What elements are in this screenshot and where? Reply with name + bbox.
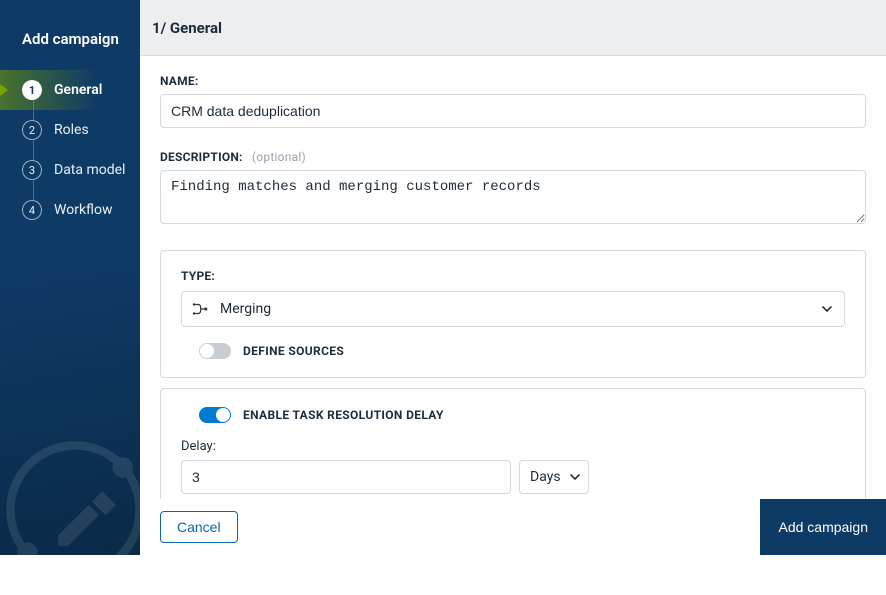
description-input[interactable] [160,170,866,224]
enable-delay-row: ENABLE TASK RESOLUTION DELAY [181,407,845,423]
step-label: Roles [54,122,89,138]
type-select[interactable]: Merging [181,291,845,327]
step-badge: 2 [22,120,42,140]
step-header-title: 1/ General [152,19,222,37]
delay-field: Delay: Days [181,439,845,494]
delay-label: Delay: [181,439,845,454]
sidebar-title: Add campaign [0,0,140,70]
delay-value-input[interactable] [181,460,511,494]
step-header: 1/ General [140,0,886,56]
step-badge: 4 [22,200,42,220]
enable-delay-toggle[interactable] [199,407,231,423]
wizard-sidebar: Add campaign 1 General 2 Roles 3 Data mo… [0,0,140,555]
name-label: NAME: [160,74,866,88]
step-badge: 3 [22,160,42,180]
chevron-down-icon [821,303,833,315]
step-label: Workflow [54,202,113,218]
type-label: TYPE: [181,269,845,283]
type-select-value: Merging [181,291,845,327]
name-field: NAME: [160,74,866,128]
form-content: NAME: DESCRIPTION: (optional) TYPE: Merg… [140,56,886,499]
merge-icon [191,300,209,318]
description-field: DESCRIPTION: (optional) [160,150,866,228]
wizard-footer: Cancel Add campaign [140,499,886,555]
add-campaign-button[interactable]: Add campaign [760,499,886,555]
step-roles[interactable]: 2 Roles [0,110,140,150]
step-label: General [54,82,102,98]
define-sources-row: DEFINE SOURCES [181,343,845,359]
step-label: Data model [54,162,125,178]
chevron-down-icon [569,471,581,483]
optional-hint: (optional) [252,150,306,164]
type-panel: TYPE: Merging DEFINE SOURCES [160,250,866,378]
define-sources-label: DEFINE SOURCES [243,344,344,358]
delay-unit-select[interactable]: Days [519,460,589,494]
enable-delay-label: ENABLE TASK RESOLUTION DELAY [243,408,444,422]
step-badge: 1 [22,80,42,100]
step-general[interactable]: 1 General [0,70,140,110]
delay-panel: ENABLE TASK RESOLUTION DELAY Delay: Days [160,388,866,499]
define-sources-toggle[interactable] [199,343,231,359]
cancel-button[interactable]: Cancel [160,511,238,543]
wizard-steps: 1 General 2 Roles 3 Data model 4 Workflo… [0,70,140,230]
description-label: DESCRIPTION: (optional) [160,150,866,164]
seal-decoration [0,425,160,595]
step-workflow[interactable]: 4 Workflow [0,190,140,230]
step-data-model[interactable]: 3 Data model [0,150,140,190]
name-input[interactable] [160,94,866,128]
